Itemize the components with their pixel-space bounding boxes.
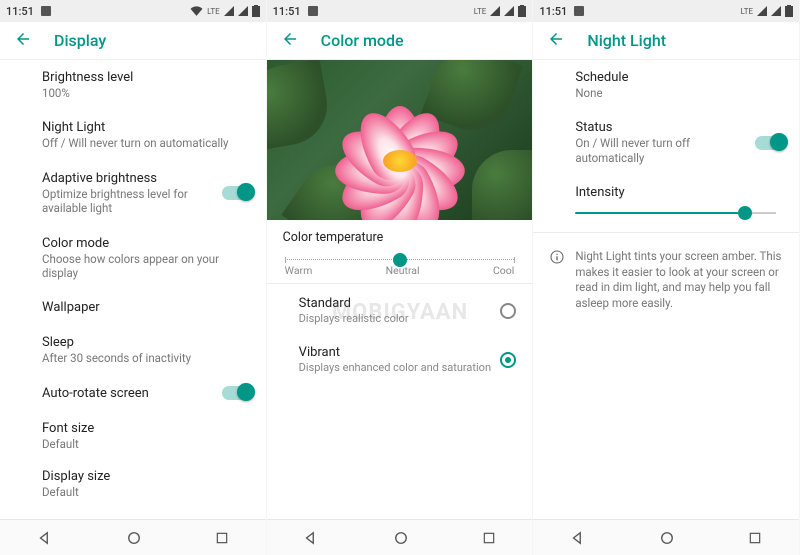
lte-label: LTE [474,7,487,16]
color-mode-content: Color temperature Warm Neutral Cool Stan… [267,60,533,519]
photos-icon [41,6,51,16]
status-clock: 11:51 [6,5,34,18]
item-schedule[interactable]: Schedule None [533,60,799,110]
night-light-content: Schedule None Status On / Will never tur… [533,60,799,519]
status-bar: 11:51 LTE [267,0,533,22]
photos-icon [574,6,584,16]
temp-warm: Warm [285,264,313,277]
signal-icon-2 [238,6,248,16]
app-bar: Display [0,22,266,60]
screen-night-light: 11:51 LTE Night Light Schedule None Stat… [533,0,800,555]
nav-recents-icon[interactable] [214,530,230,546]
signal-icon [224,6,234,16]
settings-list: Brightness level 100% Night Light Off / … [0,60,266,519]
item-auto-rotate[interactable]: Auto-rotate screen [0,376,266,411]
page-title: Color mode [321,31,404,50]
info-icon [549,249,565,311]
temp-cool: Cool [493,264,514,277]
page-title: Display [54,31,106,50]
toggle-auto-rotate[interactable] [222,386,252,400]
item-wallpaper[interactable]: Wallpaper [0,290,266,325]
navigation-bar [0,519,266,555]
item-brightness-level[interactable]: Brightness level 100% [0,60,266,110]
info-row: Night Light tints your screen amber. Thi… [533,235,799,311]
back-button[interactable] [547,30,565,52]
item-adaptive-brightness[interactable]: Adaptive brightness Optimize brightness … [0,161,266,226]
battery-icon [252,5,260,17]
mode-standard[interactable]: Standard Displays realistic color [267,286,533,335]
color-temperature-slider[interactable]: Warm Neutral Cool [267,245,533,281]
item-display-size[interactable]: Display size Default [0,461,266,507]
lte-label: LTE [207,7,220,16]
mode-vibrant[interactable]: Vibrant Displays enhanced color and satu… [267,335,533,384]
screen-display: 11:51 LTE Display Brightness level 100% … [0,0,267,555]
item-night-light[interactable]: Night Light Off / Will never turn on aut… [0,110,266,160]
wifi-icon [190,6,203,16]
slider-thumb [738,206,752,220]
color-preview-image [267,60,533,220]
slider-thumb [393,253,407,267]
screen-color-mode: 11:51 LTE Color mode [267,0,534,555]
nav-back-icon[interactable] [569,529,587,547]
info-text: Night Light tints your screen amber. Thi… [575,249,785,311]
signal-icon [757,6,767,16]
item-intensity-label: Intensity [533,175,799,200]
battery-icon [785,5,793,17]
signal-icon-2 [771,6,781,16]
toggle-adaptive-brightness[interactable] [222,186,252,200]
signal-icon [490,6,500,16]
navigation-bar [533,519,799,555]
battery-icon [518,5,526,17]
nav-recents-icon[interactable] [747,530,763,546]
item-color-mode[interactable]: Color mode Choose how colors appear on y… [0,226,266,291]
photos-icon [308,6,318,16]
status-bar: 11:51 LTE [0,0,266,22]
app-bar: Color mode [267,22,533,60]
intensity-slider[interactable] [533,200,799,224]
back-button[interactable] [14,30,32,52]
page-title: Night Light [587,31,666,50]
nav-back-icon[interactable] [36,529,54,547]
nav-back-icon[interactable] [302,529,320,547]
navigation-bar [267,519,533,555]
status-bar: 11:51 LTE [533,0,799,22]
status-clock: 11:51 [273,5,301,18]
status-clock: 11:51 [539,5,567,18]
item-sleep[interactable]: Sleep After 30 seconds of inactivity [0,325,266,375]
nav-home-icon[interactable] [658,529,676,547]
toggle-night-light-status[interactable] [755,136,785,150]
app-bar: Night Light [533,22,799,60]
back-button[interactable] [281,30,299,52]
nav-home-icon[interactable] [125,529,143,547]
nav-recents-icon[interactable] [481,530,497,546]
signal-icon-2 [504,6,514,16]
radio-standard[interactable] [500,303,516,319]
radio-vibrant[interactable] [500,352,516,368]
item-status[interactable]: Status On / Will never turn off automati… [533,110,799,175]
lte-label: LTE [740,7,753,16]
color-temperature-label: Color temperature [267,220,533,245]
item-font-size[interactable]: Font size Default [0,411,266,461]
nav-home-icon[interactable] [392,529,410,547]
